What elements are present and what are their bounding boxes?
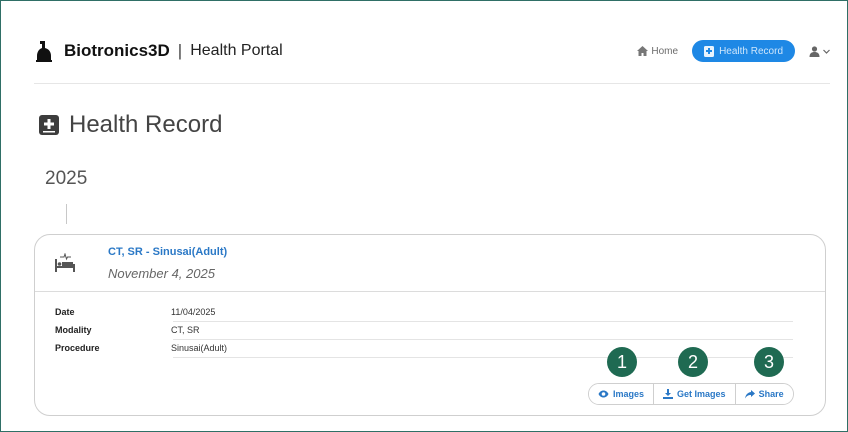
get-images-button[interactable]: Get Images (654, 384, 736, 404)
get-images-label: Get Images (677, 389, 726, 399)
detail-divider (173, 339, 793, 340)
download-icon (663, 389, 674, 399)
detail-divider (173, 321, 793, 322)
nav-home-label: Home (651, 45, 679, 57)
medical-record-icon (704, 45, 715, 57)
record-date: November 4, 2025 (108, 266, 215, 281)
page-title-text: Health Record (69, 111, 223, 138)
record-actions: Images Get Images Share (588, 383, 794, 405)
user-menu-button[interactable] (809, 45, 830, 57)
brand[interactable]: Biotronics3D | Health Portal (34, 37, 283, 65)
detail-label: Modality (55, 325, 92, 335)
callout-badge-3: 3 (754, 347, 784, 377)
nav-health-record-button[interactable]: Health Record (692, 40, 795, 62)
record-card: CT, SR - Sinusai(Adult) November 4, 2025… (34, 234, 826, 416)
user-icon (809, 45, 820, 57)
app-window: Biotronics3D | Health Portal Home Health… (0, 0, 848, 432)
timeline-year: 2025 (45, 168, 88, 189)
timeline-connector (66, 204, 67, 224)
detail-value: CT, SR (171, 325, 200, 335)
callout-badge-1: 1 (607, 347, 637, 377)
eye-icon (598, 390, 609, 398)
brand-separator: | (177, 41, 183, 60)
top-header: Biotronics3D | Health Portal Home Health… (34, 33, 830, 84)
nav-health-record-label: Health Record (719, 45, 783, 57)
top-nav: Home Health Record (637, 40, 830, 62)
share-button[interactable]: Share (735, 384, 793, 404)
detail-label: Procedure (55, 343, 100, 353)
view-images-label: Images (613, 389, 645, 399)
medical-record-icon (39, 115, 59, 135)
record-card-header: CT, SR - Sinusai(Adult) November 4, 2025 (35, 235, 825, 292)
record-title-link[interactable]: CT, SR - Sinusai(Adult) (108, 246, 227, 258)
detail-value: 11/04/2025 (171, 307, 216, 317)
page-title: Health Record (39, 111, 222, 139)
nav-home-link[interactable]: Home (637, 46, 678, 57)
hospital-bed-icon (55, 253, 75, 272)
brand-name: Biotronics3D (64, 41, 170, 60)
brand-logo-icon (36, 41, 52, 62)
detail-label: Date (55, 307, 75, 317)
home-icon (637, 46, 649, 56)
share-label: Share (758, 389, 784, 399)
share-arrow-icon (744, 389, 755, 398)
portal-name: Health Portal (190, 42, 283, 59)
caret-down-icon (823, 49, 830, 54)
view-images-button[interactable]: Images (589, 384, 655, 404)
callout-badge-2: 2 (678, 347, 708, 377)
